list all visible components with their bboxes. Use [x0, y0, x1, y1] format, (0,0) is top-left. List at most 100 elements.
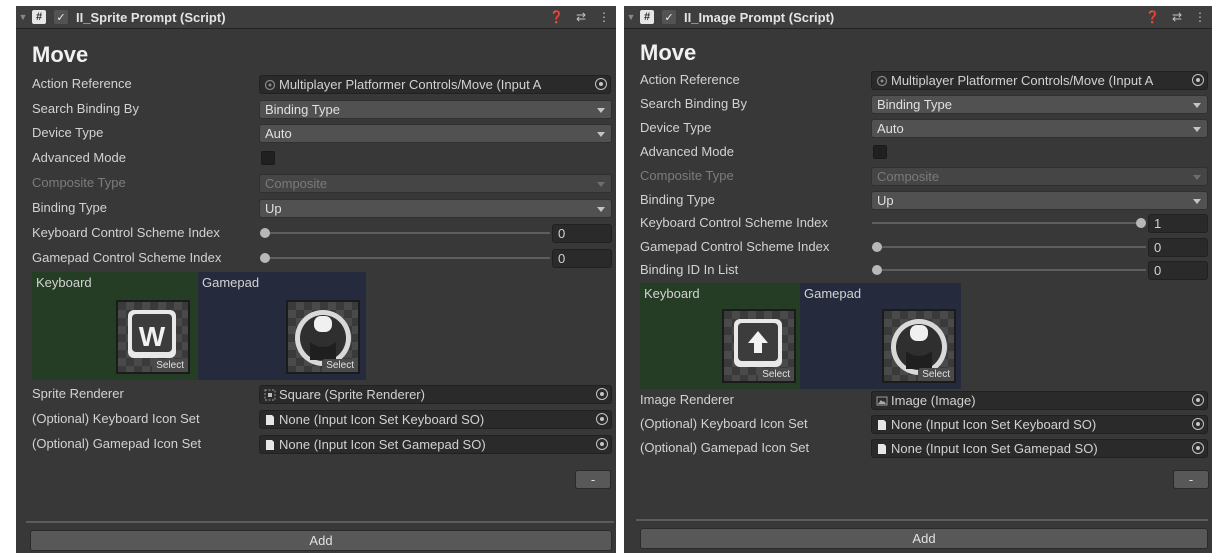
keyboard-icon-set-field[interactable]: None (Input Icon Set Keyboard SO): [259, 410, 612, 429]
object-picker-icon[interactable]: [596, 438, 608, 450]
gamepad-sprite-thumbnail[interactable]: Select: [286, 300, 360, 374]
composite-type-row: Composite Type Composite: [16, 173, 616, 193]
action-reference-field[interactable]: Multiplayer Platformer Controls/Move (In…: [871, 71, 1208, 90]
help-icon[interactable]: ❓: [549, 10, 564, 24]
gamepad-label: Gamepad: [202, 275, 260, 290]
gamepad-icon-set-field[interactable]: None (Input Icon Set Gamepad SO): [259, 435, 612, 454]
preset-icon[interactable]: ⇄: [1172, 10, 1182, 24]
select-label[interactable]: Select: [322, 359, 358, 372]
binding-title: Move: [32, 42, 89, 67]
advanced-mode-checkbox[interactable]: [873, 145, 887, 159]
slider-thumb[interactable]: [872, 265, 882, 275]
gamepad-scheme-index-row: Gamepad Control Scheme Index 0: [624, 237, 1212, 257]
renderer-value: Image (Image): [891, 393, 976, 408]
binding-type-value: Up: [265, 201, 282, 216]
enabled-checkbox[interactable]: ✓: [662, 10, 676, 24]
binding-type-label: Binding Type: [640, 192, 715, 207]
sprite-prompt-panel: ▼ # ✓ II_Sprite Prompt (Script) ❓ ⇄ ⋮ Mo…: [16, 6, 616, 553]
keyboard-image-thumbnail[interactable]: Select: [722, 309, 796, 383]
help-icon[interactable]: ❓: [1145, 10, 1160, 24]
keyboard-icon-set-row: (Optional) Keyboard Icon Set None (Input…: [624, 414, 1212, 434]
more-menu-icon[interactable]: ⋮: [1194, 10, 1206, 24]
script-hash-icon: #: [640, 10, 654, 24]
keyboard-scheme-index-slider[interactable]: [260, 223, 550, 243]
select-label[interactable]: Select: [758, 368, 794, 381]
search-binding-dropdown[interactable]: Binding Type: [871, 95, 1208, 114]
composite-type-dropdown: Composite: [871, 167, 1208, 186]
binding-id-field[interactable]: 0: [1148, 261, 1208, 280]
input-action-icon: [876, 75, 888, 87]
gamepad-scheme-index-field[interactable]: 0: [1148, 238, 1208, 257]
more-menu-icon[interactable]: ⋮: [598, 10, 610, 24]
gamepad-image-thumbnail[interactable]: Select: [882, 309, 956, 383]
search-binding-dropdown[interactable]: Binding Type: [259, 100, 612, 119]
remove-button[interactable]: -: [575, 470, 611, 489]
search-binding-label: Search Binding By: [640, 96, 747, 111]
binding-id-row: Binding ID In List 0: [624, 260, 1212, 280]
enabled-checkbox[interactable]: ✓: [54, 10, 68, 24]
script-hash-icon: #: [32, 10, 46, 24]
slider-thumb[interactable]: [872, 242, 882, 252]
keyboard-sprite-thumbnail[interactable]: W Select: [116, 300, 190, 374]
object-picker-icon[interactable]: [1192, 394, 1204, 406]
renderer-row: Image Renderer Image (Image): [624, 390, 1212, 410]
object-picker-icon[interactable]: [595, 78, 607, 90]
device-type-dropdown[interactable]: Auto: [871, 119, 1208, 138]
add-button[interactable]: Add: [30, 530, 612, 551]
composite-type-label: Composite Type: [32, 175, 126, 190]
gamepad-scheme-index-field[interactable]: 0: [552, 249, 612, 268]
scriptable-object-icon: [878, 444, 886, 454]
object-picker-icon[interactable]: [1192, 418, 1204, 430]
keyboard-scheme-index-field[interactable]: 0: [552, 224, 612, 243]
slider-thumb[interactable]: [260, 228, 270, 238]
component-header[interactable]: ▼ # ✓ II_Image Prompt (Script) ❓ ⇄ ⋮: [624, 6, 1212, 29]
gamepad-scheme-index-slider[interactable]: [260, 248, 550, 268]
binding-type-label: Binding Type: [32, 200, 107, 215]
binding-id-slider[interactable]: [872, 260, 1146, 280]
keyboard-preview: Keyboard W Select: [32, 272, 198, 380]
gamepad-scheme-index-slider[interactable]: [872, 237, 1146, 257]
gamepad-icon-set-field[interactable]: None (Input Icon Set Gamepad SO): [871, 439, 1208, 458]
action-reference-field[interactable]: Multiplayer Platformer Controls/Move (In…: [259, 75, 611, 94]
dropdown-arrow-icon: [597, 108, 605, 113]
action-reference-value: Multiplayer Platformer Controls/Move (In…: [891, 73, 1154, 88]
add-button[interactable]: Add: [640, 528, 1208, 549]
dropdown-arrow-icon: [1193, 103, 1201, 108]
preset-icon[interactable]: ⇄: [576, 10, 586, 24]
slider-thumb[interactable]: [1136, 218, 1146, 228]
binding-type-dropdown[interactable]: Up: [259, 199, 612, 218]
keyboard-preview: Keyboard Select: [640, 283, 800, 389]
slider-thumb[interactable]: [260, 253, 270, 263]
renderer-field[interactable]: Image (Image): [871, 391, 1208, 410]
component-header[interactable]: ▼ # ✓ II_Sprite Prompt (Script) ❓ ⇄ ⋮: [16, 6, 616, 29]
device-type-dropdown[interactable]: Auto: [259, 124, 612, 143]
select-label[interactable]: Select: [152, 359, 188, 372]
advanced-mode-checkbox[interactable]: [261, 151, 275, 165]
list-separator: [26, 521, 614, 523]
keyboard-scheme-index-row: Keyboard Control Scheme Index 1: [624, 213, 1212, 233]
binding-type-dropdown[interactable]: Up: [871, 191, 1208, 210]
keyboard-scheme-index-field[interactable]: 1: [1148, 214, 1208, 233]
object-picker-icon[interactable]: [1192, 442, 1204, 454]
scriptable-object-icon: [266, 415, 274, 425]
gamepad-icon-set-value: None (Input Icon Set Gamepad SO): [279, 437, 486, 452]
device-type-label: Device Type: [640, 120, 712, 135]
keyboard-scheme-index-slider[interactable]: [872, 213, 1146, 233]
object-picker-icon[interactable]: [596, 413, 608, 425]
foldout-arrow-icon[interactable]: ▼: [16, 12, 30, 22]
gamepad-icon-set-label: (Optional) Gamepad Icon Set: [640, 440, 810, 455]
object-picker-icon[interactable]: [596, 388, 608, 400]
select-label[interactable]: Select: [918, 368, 954, 381]
gamepad-scheme-index-row: Gamepad Control Scheme Index 0: [16, 248, 616, 268]
remove-button[interactable]: -: [1173, 470, 1209, 489]
advanced-mode-label: Advanced Mode: [640, 144, 734, 159]
renderer-value: Square (Sprite Renderer): [279, 387, 425, 402]
keyboard-icon-set-field[interactable]: None (Input Icon Set Keyboard SO): [871, 415, 1208, 434]
keyboard-icon-set-row: (Optional) Keyboard Icon Set None (Input…: [16, 409, 616, 429]
action-reference-row: Action Reference Multiplayer Platformer …: [16, 74, 616, 94]
foldout-arrow-icon[interactable]: ▼: [624, 12, 638, 22]
advanced-mode-row: Advanced Mode: [624, 142, 1212, 162]
gamepad-icon-set-value: None (Input Icon Set Gamepad SO): [891, 441, 1098, 456]
renderer-field[interactable]: Square (Sprite Renderer): [259, 385, 612, 404]
object-picker-icon[interactable]: [1192, 74, 1204, 86]
